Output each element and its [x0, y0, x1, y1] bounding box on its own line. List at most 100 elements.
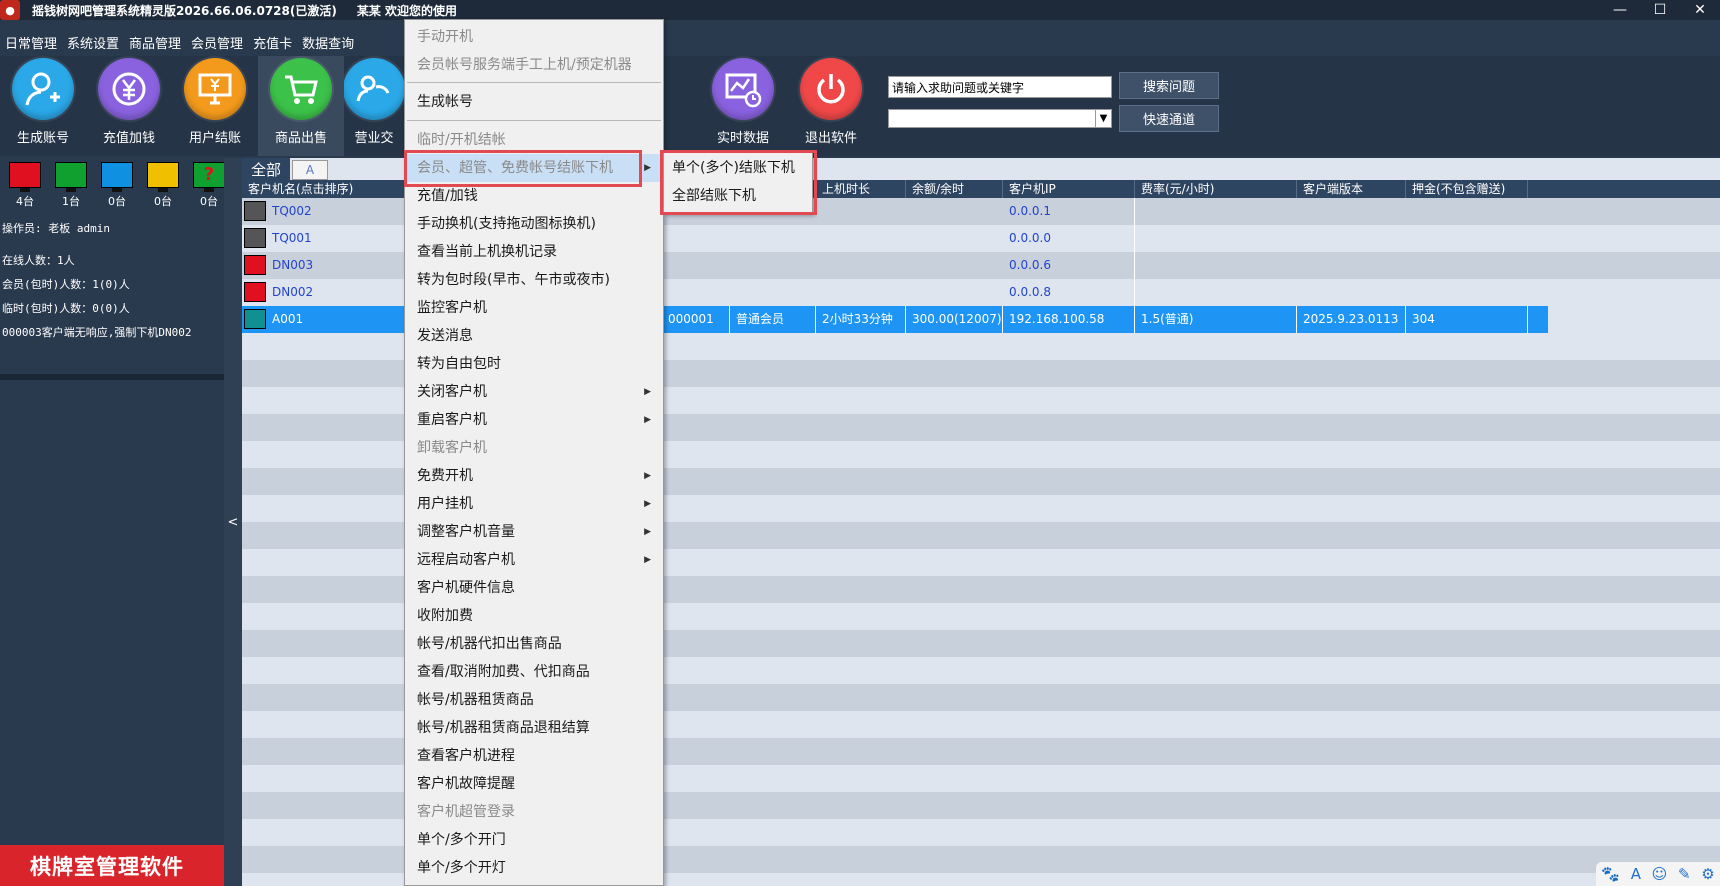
panel-divider[interactable] — [0, 374, 224, 380]
operator-text: 操作员: 老板 admin — [2, 222, 110, 235]
log-message: 000003客户端无响应,强制下机DN002 — [2, 326, 192, 339]
menu-item-send-message[interactable]: 发送消息 — [405, 322, 663, 350]
menu-members[interactable]: 会员管理 — [186, 33, 248, 52]
menu-item-light-on[interactable]: 单个/多个开灯 — [405, 854, 663, 882]
tab-all[interactable]: 全部 — [242, 158, 290, 180]
menu-item-manual-start[interactable]: 手动开机 — [405, 23, 663, 51]
menu-goods[interactable]: 商品管理 — [124, 33, 186, 52]
recharge-button[interactable]: 充值加钱 — [86, 56, 172, 156]
ime-tray: 🐾 A ☺ ✎ ⚙ — [1596, 862, 1720, 886]
menu-item-admin-login[interactable]: 客户机超管登录 — [405, 798, 663, 826]
chevron-right-icon: ▶ — [644, 555, 651, 565]
menu-item-hardware-info[interactable]: 客户机硬件信息 — [405, 574, 663, 602]
monitor-yen-icon — [184, 58, 246, 120]
menu-item-switch-machine[interactable]: 手动换机(支持拖动图标换机) — [405, 210, 663, 238]
menu-item-processes[interactable]: 查看客户机进程 — [405, 742, 663, 770]
menu-item-open-door[interactable]: 单个/多个开门 — [405, 826, 663, 854]
quick-channel-button[interactable]: 快速通道 — [1119, 105, 1219, 132]
chevron-right-icon: ▶ — [644, 527, 651, 537]
header-client-name[interactable]: 客户机名(点击排序) — [242, 180, 405, 198]
menu-separator — [407, 82, 661, 83]
realtime-data-button[interactable]: 实时数据 — [700, 56, 786, 156]
minimize-button[interactable]: — — [1600, 0, 1640, 20]
status-blue[interactable]: 0台 — [94, 162, 140, 209]
tab-a[interactable]: A — [292, 160, 328, 180]
pen-icon[interactable]: ✎ — [1678, 865, 1691, 883]
collapse-panel-button[interactable]: < — [224, 158, 242, 886]
menu-item-remote-start[interactable]: 远程启动客户机 ▶ — [405, 546, 663, 574]
menu-item-rent-goods[interactable]: 帐号/机器租赁商品 — [405, 686, 663, 714]
header-balance[interactable]: 余额/余时 — [906, 180, 1003, 198]
submenu-highlight-box — [660, 150, 817, 215]
pc-offline-icon — [244, 201, 266, 221]
menu-item-surcharge[interactable]: 收附加费 — [405, 602, 663, 630]
menu-item-fault-alert[interactable]: 客户机故障提醒 — [405, 770, 663, 798]
highlight-box — [404, 150, 642, 187]
menu-item-free-package[interactable]: 转为自由包时 — [405, 350, 663, 378]
yen-coin-icon — [98, 58, 160, 120]
font-icon[interactable]: A — [1631, 865, 1641, 883]
temp-count: 临时(包时)人数：0(0)人 — [2, 302, 130, 315]
business-handover-button[interactable]: 营业交 — [344, 56, 404, 156]
close-button[interactable]: ✕ — [1680, 0, 1720, 20]
left-panel: 4台 1台 0台 0台 ? 0台 操作员: 老板 admin 在线人数：1人 会… — [0, 158, 225, 886]
promo-banner[interactable]: 棋牌室管理软件 — [0, 845, 224, 886]
emoji-icon[interactable]: ☺ — [1652, 865, 1668, 883]
search-input[interactable]: 请输入求助问题或关键字 — [888, 76, 1112, 98]
monitor-question-icon: ? — [193, 162, 225, 188]
app-logo-icon: ● — [0, 0, 20, 20]
menu-item-time-package[interactable]: 转为包时段(早市、午市或夜市) — [405, 266, 663, 294]
paw-icon[interactable]: 🐾 — [1601, 865, 1620, 883]
menu-item-return-rent[interactable]: 帐号/机器租赁商品退租结算 — [405, 714, 663, 742]
realtime-data-icon — [712, 58, 774, 120]
maximize-button[interactable]: ☐ — [1640, 0, 1680, 20]
pc-occupied-icon — [244, 255, 266, 275]
menu-item-user-hangup[interactable]: 用户挂机 ▶ — [405, 490, 663, 518]
header-deposit[interactable]: 押金(不包含赠送) — [1406, 180, 1528, 198]
menu-item-free-start[interactable]: 免费开机 ▶ — [405, 462, 663, 490]
menu-data-query[interactable]: 数据查询 — [297, 33, 359, 52]
monitor-blue-icon — [101, 162, 133, 188]
menu-item-member-checkin[interactable]: 会员帐号服务端手工上机/预定机器 — [405, 51, 663, 79]
shopping-cart-icon — [270, 58, 332, 120]
menu-item-uninstall[interactable]: 卸载客户机 — [405, 434, 663, 462]
window-title: 摇钱树网吧管理系统精灵版2026.66.06.0728(已激活) — [32, 3, 337, 18]
status-member[interactable]: 1台 — [48, 162, 94, 209]
checkout-button[interactable]: 用户结账 — [172, 56, 258, 156]
search-button[interactable]: 搜索问题 — [1119, 72, 1219, 99]
header-version[interactable]: 客户端版本 — [1297, 180, 1406, 198]
header-ip[interactable]: 客户机IP — [1003, 180, 1135, 198]
menu-item-restart[interactable]: 重启客户机 ▶ — [405, 406, 663, 434]
menu-settings[interactable]: 系统设置 — [62, 33, 124, 52]
chevron-right-icon: ▶ — [644, 387, 651, 397]
title-bar: ● 摇钱树网吧管理系统精灵版2026.66.06.0728(已激活) 某某 欢迎… — [0, 0, 1720, 20]
chevron-down-icon[interactable]: ▼ — [1095, 110, 1111, 127]
menu-item-deduct-goods[interactable]: 帐号/机器代扣出售商品 — [405, 630, 663, 658]
status-occupied[interactable]: 4台 — [2, 162, 48, 209]
sell-goods-button[interactable]: 商品出售 — [258, 56, 344, 156]
menu-item-monitor[interactable]: 监控客户机 — [405, 294, 663, 322]
monitor-red-icon — [9, 162, 41, 188]
menu-item-shutdown[interactable]: 关闭客户机 ▶ — [405, 378, 663, 406]
header-duration[interactable]: 上机时长 — [816, 180, 906, 198]
status-yellow[interactable]: 0台 — [140, 162, 186, 209]
settings-icon[interactable]: ⚙ — [1701, 865, 1714, 883]
exit-button[interactable]: 退出软件 — [788, 56, 874, 156]
pc-member-icon — [244, 309, 266, 329]
monitor-green-icon — [55, 162, 87, 188]
menu-item-view-surcharge[interactable]: 查看/取消附加费、代扣商品 — [405, 658, 663, 686]
channel-select[interactable]: ▼ — [888, 109, 1112, 128]
menu-daily[interactable]: 日常管理 — [0, 33, 62, 52]
pc-occupied-icon — [244, 282, 266, 302]
chevron-right-icon: ▶ — [644, 163, 651, 173]
menu-item-generate-account[interactable]: 生成帐号 — [405, 88, 663, 116]
create-account-button[interactable]: 生成账号 — [0, 56, 86, 156]
monitor-yellow-icon — [147, 162, 179, 188]
toolbar: 生成账号 充值加钱 用户结账 商品出售 营业交 支付 实时数据 — [0, 56, 1720, 156]
menu-item-volume[interactable]: 调整客户机音量 ▶ — [405, 518, 663, 546]
menu-recharge-card[interactable]: 充值卡 — [248, 33, 297, 52]
user-add-icon — [12, 58, 74, 120]
member-count: 会员(包时)人数：1(0)人 — [2, 278, 130, 291]
header-rate[interactable]: 费率(元/小时) — [1135, 180, 1297, 198]
menu-item-view-records[interactable]: 查看当前上机换机记录 — [405, 238, 663, 266]
